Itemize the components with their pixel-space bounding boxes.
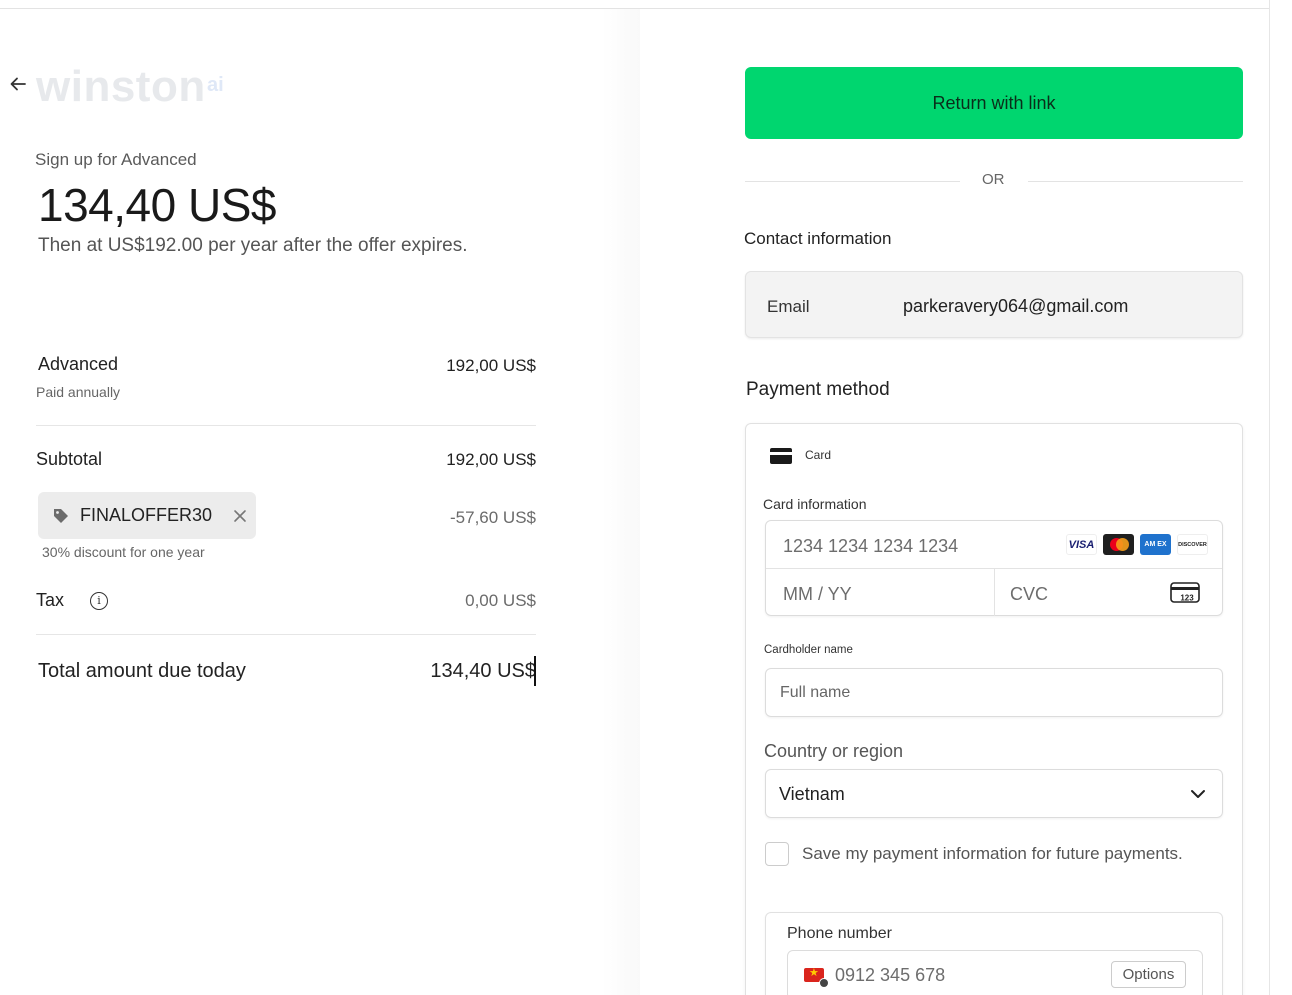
brand-logo-suffix: ai	[207, 74, 224, 96]
total-value: 134,40 US$	[430, 660, 536, 682]
card-brands: VISA AM EX DISCOVER	[1066, 534, 1208, 555]
subtotal-value: 192,00 US$	[446, 450, 536, 469]
return-with-link-button[interactable]: Return with link	[745, 67, 1243, 139]
contact-heading: Contact information	[744, 229, 892, 248]
phone-section: Phone number 0912 345 678 Options	[765, 912, 1223, 995]
country-value: Vietnam	[779, 784, 845, 804]
visa-icon: VISA	[1066, 534, 1097, 555]
flag-badge-icon	[819, 978, 829, 988]
pane-divider-shadow	[600, 9, 640, 995]
card-fields: 1234 1234 1234 1234 VISA AM EX DISCOVER …	[765, 520, 1223, 616]
phone-input[interactable]: 0912 345 678 Options	[787, 950, 1203, 995]
promo-discount: -57,60 US$	[450, 508, 536, 527]
signup-heading: Sign up for Advanced	[35, 150, 197, 169]
save-info-checkbox[interactable]	[765, 842, 789, 866]
payment-heading: Payment method	[746, 379, 890, 400]
cvc-card-icon: 123	[1170, 582, 1200, 603]
close-icon[interactable]	[232, 508, 248, 524]
card-number-input[interactable]: 1234 1234 1234 1234	[783, 536, 958, 557]
card-icon	[770, 448, 792, 464]
price-amount: 134,40 US$	[38, 179, 276, 231]
mastercard-icon	[1103, 534, 1134, 555]
fullname-input[interactable]: Full name	[765, 668, 1223, 717]
divider	[1028, 181, 1243, 182]
cvc-icon-text: 123	[1180, 594, 1194, 603]
email-label: Email	[767, 297, 810, 316]
renewal-text: Then at US$192.00 per year after the off…	[38, 235, 468, 256]
promo-description: 30% discount for one year	[42, 544, 205, 560]
tax-label: Tax	[36, 590, 65, 610]
phone-options-button[interactable]: Options	[1111, 961, 1186, 988]
chevron-down-icon	[1191, 790, 1205, 798]
text-cursor	[534, 656, 536, 686]
or-separator: OR	[982, 171, 1005, 188]
card-info-label: Card information	[763, 496, 867, 512]
promo-code-chip[interactable]: FINALOFFER30	[38, 492, 256, 539]
divider	[36, 634, 536, 635]
email-display: Email parkeravery064@gmail.com	[745, 271, 1243, 338]
expiry-input[interactable]: MM / YY	[783, 584, 852, 605]
country-label: Country or region	[764, 741, 904, 761]
tax-value: 0,00 US$	[465, 591, 536, 610]
amex-icon: AM EX	[1140, 534, 1171, 555]
subtotal-label: Subtotal	[36, 449, 103, 469]
plan-name: Advanced	[38, 354, 119, 374]
brand-logo: winston	[36, 62, 206, 111]
plan-price: 192,00 US$	[446, 356, 536, 375]
phone-label: Phone number	[787, 925, 892, 942]
info-icon[interactable]: i	[90, 592, 108, 610]
country-select[interactable]: Vietnam	[765, 769, 1223, 818]
plan-billing: Paid annually	[36, 384, 121, 400]
save-info-label[interactable]: Save my payment information for future p…	[802, 844, 1183, 864]
divider	[36, 425, 536, 426]
email-value: parkeravery064@gmail.com	[903, 296, 1129, 316]
divider	[745, 181, 960, 182]
cardholder-label: Cardholder name	[764, 644, 853, 656]
divider	[994, 568, 995, 616]
arrow-left-icon[interactable]	[8, 74, 28, 94]
cvc-input[interactable]: CVC	[1010, 584, 1048, 605]
phone-placeholder: 0912 345 678	[835, 965, 946, 985]
promo-code: FINALOFFER30	[80, 505, 213, 525]
tag-icon	[54, 508, 68, 523]
discover-icon: DISCOVER	[1177, 534, 1208, 555]
total-label: Total amount due today	[38, 660, 246, 682]
right-border	[1269, 0, 1270, 995]
card-tab[interactable]: Card	[805, 448, 831, 462]
